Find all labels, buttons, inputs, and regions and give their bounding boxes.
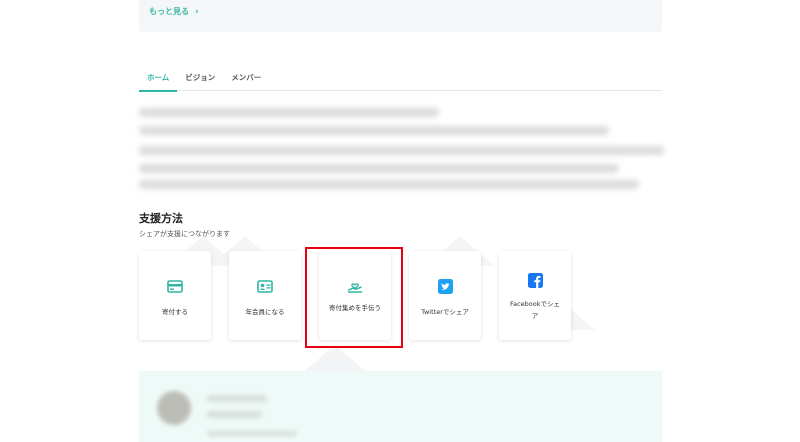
more-link[interactable]: もっと見る › xyxy=(149,6,199,17)
facebook-share-card[interactable]: Facebookでシェア xyxy=(499,251,571,340)
member-card-icon xyxy=(257,278,273,294)
more-label: もっと見る xyxy=(149,7,189,16)
blurred-text xyxy=(207,411,262,418)
annual-member-card[interactable]: 年会員になる xyxy=(229,251,301,340)
tab-vision[interactable]: ビジョン xyxy=(177,62,223,91)
tab-bar: ホーム ビジョン メンバー xyxy=(139,62,662,92)
organization-panel xyxy=(139,371,662,442)
donate-card[interactable]: 寄付する xyxy=(139,251,211,340)
annual-member-label: 年会員になる xyxy=(245,308,285,316)
tab-members[interactable]: メンバー xyxy=(223,62,269,91)
blurred-description xyxy=(133,104,668,196)
section-title: 支援方法 xyxy=(139,212,183,225)
twitter-icon xyxy=(437,278,453,294)
tab-home[interactable]: ホーム xyxy=(139,62,178,92)
facebook-icon xyxy=(527,272,543,288)
blurred-text xyxy=(207,395,267,402)
twitter-share-card[interactable]: Twitterでシェア xyxy=(409,251,481,340)
donate-label: 寄付する xyxy=(162,308,188,316)
credit-card-icon xyxy=(167,278,183,294)
avatar xyxy=(157,391,191,425)
highlight-frame xyxy=(305,247,403,348)
twitter-share-label: Twitterでシェア xyxy=(421,308,469,316)
chevron-right-icon: › xyxy=(195,6,199,17)
news-box: もっと見る › xyxy=(139,0,662,32)
facebook-share-label: Facebookでシェア xyxy=(509,300,561,320)
blurred-text xyxy=(207,431,297,436)
